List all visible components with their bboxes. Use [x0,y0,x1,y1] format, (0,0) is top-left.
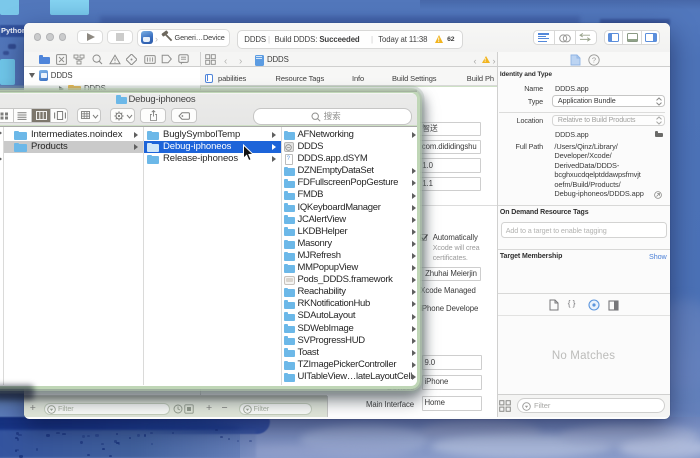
svg-text:?: ? [592,56,596,65]
